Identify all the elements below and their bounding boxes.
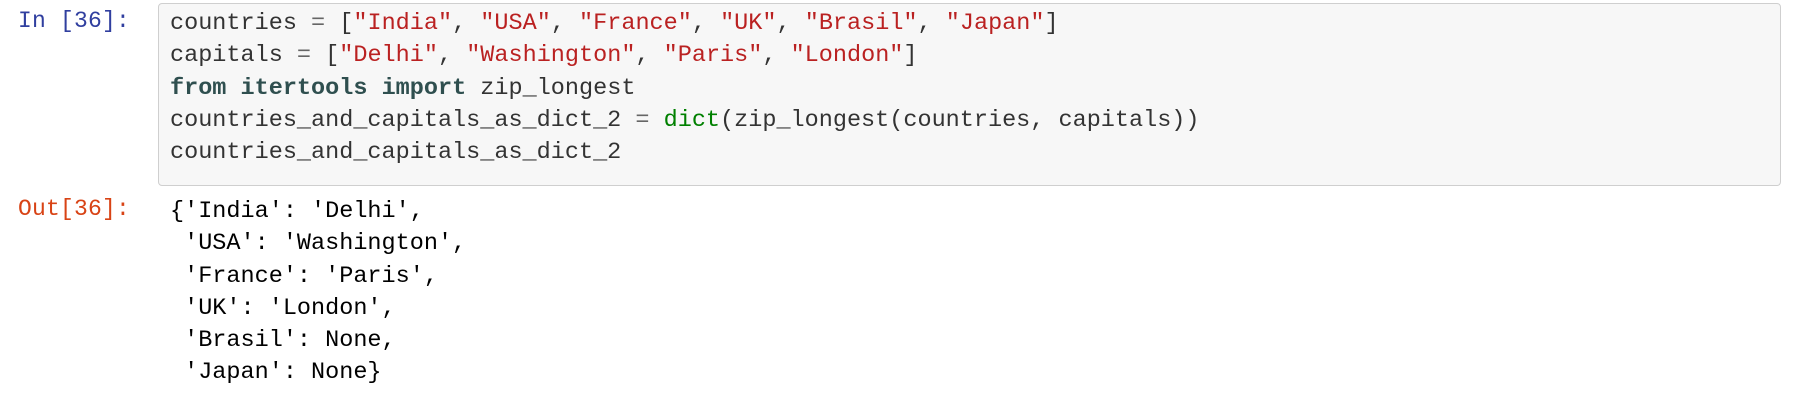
- code-line: countries_and_capitals_as_dict_2 = dict(…: [170, 105, 1200, 137]
- code-token: ,: [452, 10, 481, 37]
- code-token: =: [635, 106, 650, 134]
- output-line: 'USA': 'Washington',: [170, 230, 467, 258]
- code-token: ]: [903, 42, 918, 70]
- output-line: 'France': 'Paris',: [170, 262, 438, 290]
- output-line: 'Brasil': None,: [170, 327, 396, 355]
- code-token: countries_and_capitals_as_dict_2: [170, 106, 636, 134]
- code-token: [: [325, 10, 354, 37]
- output-line: 'Japan': None}: [170, 359, 382, 387]
- code-token: countries_and_capitals_as_dict_2: [170, 139, 622, 167]
- code-token: "Japan": [945, 10, 1045, 37]
- code-token: "Paris": [663, 42, 763, 70]
- output-line: {'India': 'Delhi',: [170, 198, 424, 225]
- code-line: capitals = ["Delhi", "Washington", "Pari…: [170, 40, 1200, 72]
- code-token: ,: [691, 10, 721, 37]
- output-text: {'India': 'Delhi', 'USA': 'Washington', …: [170, 196, 466, 390]
- code-token: from: [170, 74, 227, 102]
- code-block[interactable]: countries = ["India", "USA", "France", "…: [170, 8, 1200, 169]
- code-token: ,: [635, 42, 664, 70]
- code-token: ]: [1044, 10, 1059, 37]
- code-line: from itertools import zip_longest: [170, 73, 1200, 105]
- code-token: "USA": [480, 10, 551, 37]
- code-token: ,: [776, 10, 805, 37]
- output-line: 'UK': 'London',: [170, 294, 396, 322]
- code-token: "London": [790, 42, 904, 70]
- input-prompt: In [36]:: [18, 8, 131, 34]
- code-line: countries_and_capitals_as_dict_2: [170, 137, 1200, 169]
- code-token: ,: [437, 42, 467, 70]
- code-token: (zip_longest(countries, capitals)): [720, 106, 1200, 134]
- code-token: "France": [579, 10, 692, 37]
- code-token: itertools: [240, 74, 368, 102]
- code-token: zip_longest: [466, 74, 636, 102]
- code-token: [: [311, 42, 340, 70]
- code-token: capitals: [170, 42, 297, 70]
- code-token: ,: [550, 10, 580, 37]
- code-token: countries: [170, 10, 312, 37]
- code-line: countries = ["India", "USA", "France", "…: [170, 8, 1200, 40]
- code-token: import: [381, 74, 467, 102]
- code-token: =: [296, 42, 312, 70]
- code-token: "UK": [720, 10, 777, 37]
- code-token: "Washington": [466, 42, 636, 70]
- code-token: "India": [353, 10, 453, 37]
- code-token: ,: [917, 10, 946, 37]
- code-token: "Brasil": [804, 10, 918, 37]
- code-token: ,: [762, 42, 791, 70]
- output-prompt: Out[36]:: [18, 196, 131, 222]
- code-token: dict: [663, 106, 721, 134]
- code-token: =: [311, 10, 326, 37]
- code-token: "Delhi": [339, 42, 438, 70]
